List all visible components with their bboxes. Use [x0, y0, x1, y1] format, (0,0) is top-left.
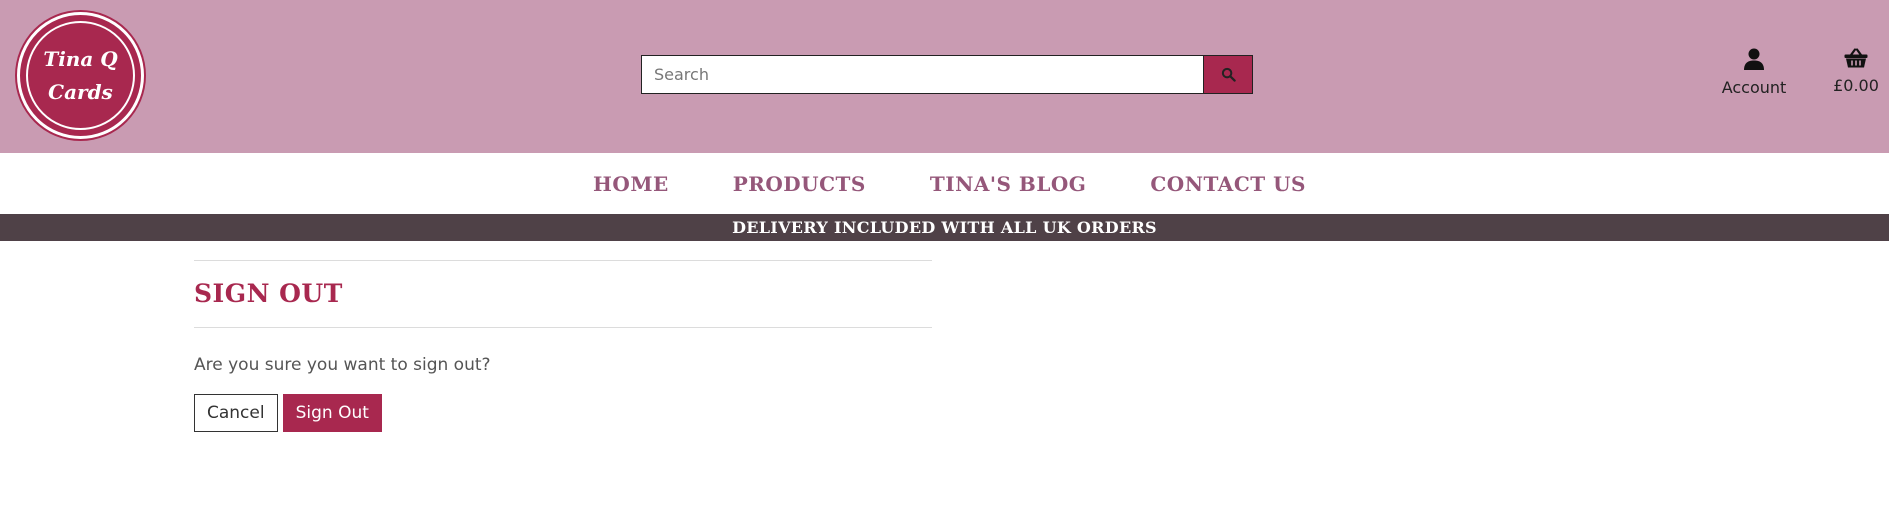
cancel-button[interactable]: Cancel [194, 394, 278, 432]
sign-out-question: Are you sure you want to sign out? [194, 355, 491, 375]
nav-item-products[interactable]: Products [733, 172, 866, 196]
button-row: Cancel Sign Out [194, 394, 932, 432]
account-label: Account [1721, 78, 1787, 97]
divider-top [194, 260, 932, 261]
sign-out-button[interactable]: Sign Out [282, 394, 382, 432]
search-icon [1221, 67, 1236, 82]
page-title: SIGN OUT [194, 279, 343, 308]
nav-item-contact[interactable]: Contact Us [1150, 172, 1306, 196]
search-form [641, 55, 1253, 94]
sign-out-section: SIGN OUT Are you sure you want to sign o… [194, 260, 932, 432]
nav-item-home[interactable]: Home [593, 172, 669, 196]
divider-bottom [194, 327, 932, 328]
nav-item-blog[interactable]: Tina's Blog [930, 172, 1087, 196]
basket-total: £0.00 [1833, 76, 1879, 95]
account-link[interactable]: Account [1712, 48, 1796, 97]
delivery-banner: DELIVERY INCLUDED WITH ALL UK ORDERS [0, 214, 1889, 241]
basket-link[interactable]: £0.00 [1826, 48, 1886, 95]
search-input[interactable] [642, 56, 1203, 93]
site-header: Tina Q Cards Account £0.00 [0, 0, 1889, 153]
user-icon [1744, 48, 1764, 70]
main-nav: Home Products Tina's Blog Contact Us [0, 153, 1889, 214]
logo-text-line1: Tina Q [43, 46, 118, 71]
search-button[interactable] [1203, 56, 1252, 93]
site-logo[interactable]: Tina Q Cards [17, 12, 144, 139]
basket-icon [1844, 48, 1868, 68]
logo-text-line2: Cards [48, 79, 113, 104]
